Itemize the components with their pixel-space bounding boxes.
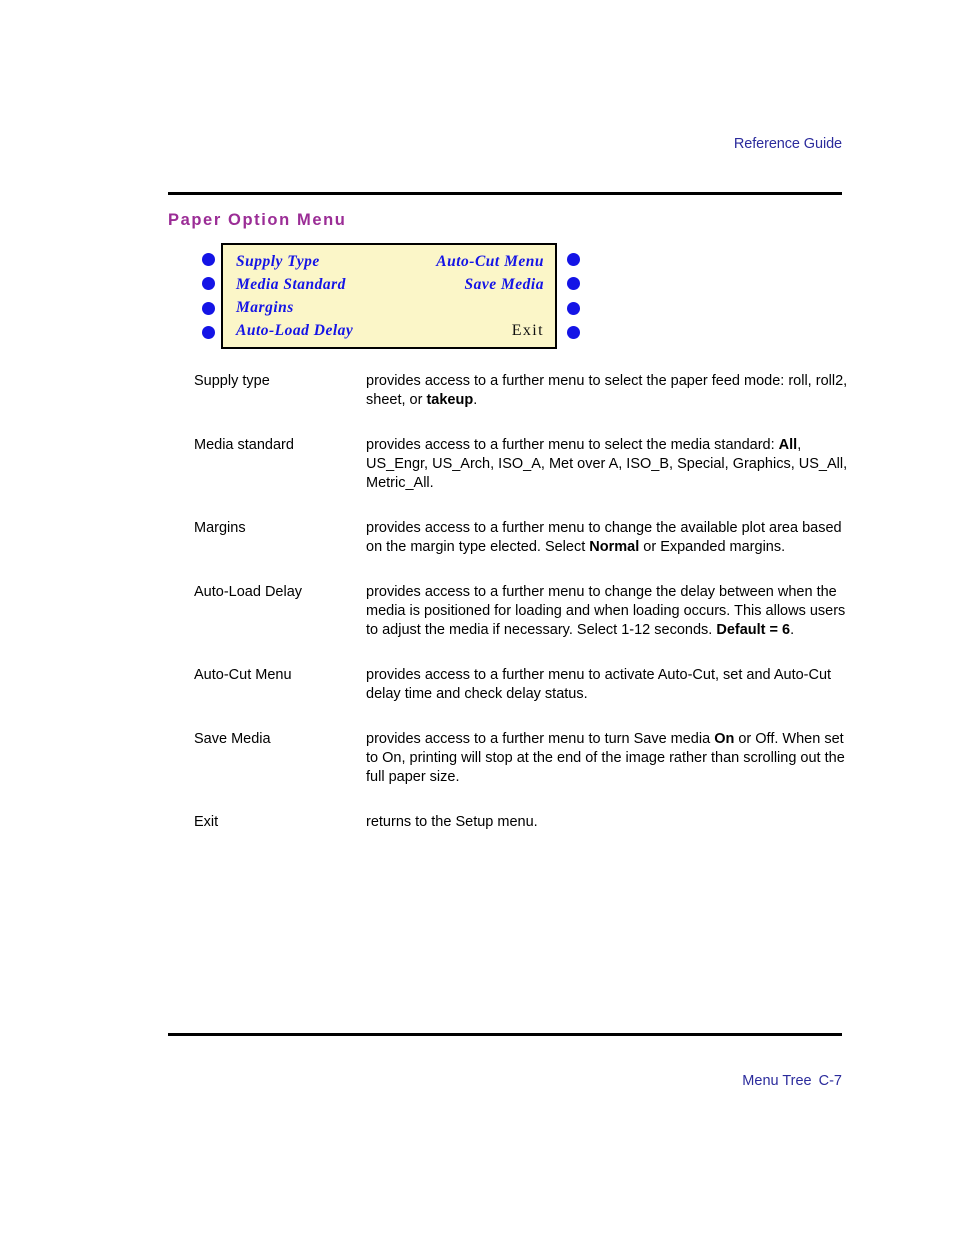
body-text: .: [473, 392, 478, 408]
definition-term: Supply type: [194, 373, 270, 389]
definition-term: Exit: [194, 814, 219, 830]
lcd-menu-row: Margins: [236, 296, 544, 319]
emphasis-text: On: [714, 731, 735, 747]
lcd-left-soft-key-dot-icon[interactable]: [202, 301, 215, 315]
definition-term: Auto-Load Delay: [194, 584, 303, 600]
lcd-menu-item-right[interactable]: Auto-Cut Menu: [436, 253, 544, 271]
body-text: .: [790, 622, 795, 638]
lcd-right-soft-key-dot-icon[interactable]: [567, 277, 580, 291]
emphasis-text: All: [778, 437, 798, 453]
header-rule: [168, 192, 842, 195]
lcd-menu-item-right[interactable]: Save Media: [465, 276, 544, 294]
definition-description: provides access to a further menu to cha…: [366, 519, 854, 557]
lcd-right-soft-key-dot-icon[interactable]: [567, 253, 580, 266]
body-text: returns to the Setup menu.: [366, 814, 538, 830]
definition-row: Margins provides access to a further menu…: [194, 519, 854, 557]
footer-rule: [168, 1033, 842, 1036]
lcd-left-soft-key-dot-icon[interactable]: [202, 277, 215, 291]
lcd-right-soft-key-dot-icon[interactable]: [567, 325, 580, 339]
lcd-menu-row: Media Standard Save Media: [236, 273, 544, 296]
definition-row: Supply type provides access to a further …: [194, 372, 854, 410]
definition-description: provides access to a further menu to tur…: [366, 730, 854, 787]
running-header-reference-guide: Reference Guide: [733, 136, 842, 152]
lcd-menu-item-left[interactable]: Media Standard: [236, 276, 346, 294]
definition-term: Margins: [194, 520, 246, 536]
lcd-menu-row: Supply Type Auto-Cut Menu: [236, 250, 544, 273]
definition-description: provides access to a further menu to act…: [366, 666, 854, 704]
body-text: or Expanded margins.: [639, 539, 786, 555]
body-text: provides access to a further menu to act…: [366, 667, 832, 702]
definition-row: Media standard provides access to a furth…: [194, 436, 854, 493]
body-text: provides access to a further menu to sel…: [366, 437, 779, 453]
lcd-right-button-column: [561, 243, 586, 349]
definition-description: provides access to a further menu to cha…: [366, 583, 854, 640]
definition-row: Save Media provides access to a further m…: [194, 730, 854, 787]
definition-row: Exit returns to the Setup menu.: [194, 813, 854, 832]
definition-row: Auto-Cut Menu provides access to a furthe…: [194, 666, 854, 704]
emphasis-text: Default = 6: [716, 622, 791, 638]
footer-page-number: C-7: [818, 1073, 842, 1089]
lcd-left-soft-key-dot-icon[interactable]: [202, 253, 215, 266]
definition-term: Save Media: [194, 731, 271, 747]
menu-item-definition-list: Supply type provides access to a further …: [194, 372, 854, 858]
definition-row: Auto-Load Delay provides access to a furt…: [194, 583, 854, 640]
definition-term: Media standard: [194, 437, 294, 453]
lcd-menu-item-right[interactable]: Exit: [512, 322, 544, 340]
emphasis-text: takeup: [426, 392, 474, 408]
lcd-left-button-column: [196, 243, 221, 349]
lcd-menu-item-left[interactable]: Auto-Load Delay: [236, 322, 353, 340]
lcd-menu-item-left[interactable]: Supply Type: [236, 253, 320, 271]
document-page: Reference Guide Paper Option Menu Supply…: [0, 0, 954, 1235]
emphasis-text: Normal: [589, 539, 640, 555]
lcd-left-soft-key-dot-icon[interactable]: [202, 325, 215, 339]
lcd-screen: Supply Type Auto-Cut Menu Media Standard Sa…: [221, 243, 557, 349]
footer-section-label: Menu Tree: [742, 1073, 812, 1089]
lcd-right-soft-key-dot-icon[interactable]: [567, 301, 580, 315]
lcd-menu-figure: Supply Type Auto-Cut Menu Media Standard Sa…: [196, 243, 586, 353]
page-title: Paper Option Menu: [168, 211, 347, 229]
definition-description: returns to the Setup menu.: [366, 813, 854, 832]
lcd-menu-row: Auto-Load Delay Exit: [236, 319, 544, 342]
lcd-menu-item-left[interactable]: Margins: [236, 299, 294, 317]
lcd-menu-rows: Supply Type Auto-Cut Menu Media Standard Sa…: [223, 245, 555, 347]
body-text: provides access to a further menu to tur…: [366, 731, 715, 747]
definition-description: provides access to a further menu to sel…: [366, 436, 854, 493]
page-footer: Menu Tree C-7: [168, 1073, 842, 1089]
definition-term: Auto-Cut Menu: [194, 667, 292, 683]
definition-description: provides access to a further menu to sel…: [366, 372, 854, 410]
